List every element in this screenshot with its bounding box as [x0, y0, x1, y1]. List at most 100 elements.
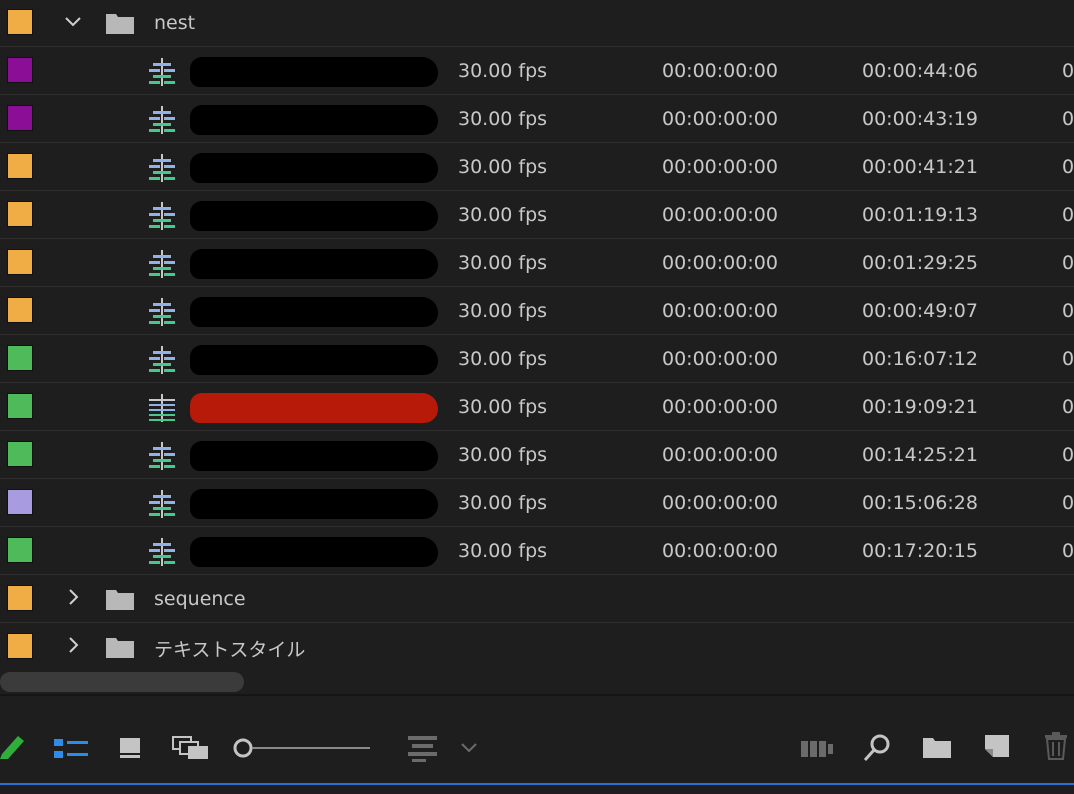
next-column-cell-clipped: 00:00:00:00: [1062, 60, 1074, 82]
multicam-sequence-icon: [149, 394, 175, 422]
clear-icon[interactable]: [1045, 732, 1067, 760]
sequence-icon: [149, 250, 175, 278]
folder-row-text-style[interactable]: テキストスタイル: [0, 624, 1074, 671]
label-color-swatch[interactable]: [7, 537, 33, 563]
media-end-cell: 00:15:06:28: [862, 492, 978, 514]
list-view-icon[interactable]: [54, 738, 88, 760]
label-color-swatch[interactable]: [7, 393, 33, 419]
media-end-cell: 00:16:07:12: [862, 348, 978, 370]
sequence-row[interactable]: 30.00 fps 00:00:00:00 00:00:44:06 00:00:00:…: [0, 48, 1074, 95]
sequence-row[interactable]: 30.00 fps 00:00:00:00 00:15:06:28 00:00:00:…: [0, 480, 1074, 527]
label-color-swatch[interactable]: [7, 345, 33, 371]
label-color-swatch[interactable]: [7, 105, 33, 131]
sequence-icon: [149, 442, 175, 470]
new-bin-icon[interactable]: [923, 736, 951, 758]
chevron-down-icon[interactable]: [460, 742, 478, 754]
media-start-cell: 00:00:00:00: [662, 300, 778, 322]
folder-row-nest[interactable]: nest: [0, 0, 1074, 47]
find-icon[interactable]: [863, 734, 891, 762]
redacted-sequence-name[interactable]: [190, 441, 438, 471]
pencil-icon[interactable]: [0, 732, 26, 760]
redacted-sequence-name[interactable]: [190, 249, 438, 279]
label-color-swatch[interactable]: [7, 9, 33, 35]
freeform-view-icon[interactable]: [172, 736, 210, 760]
frame-rate-cell: 30.00 fps: [458, 252, 548, 274]
redacted-sequence-name[interactable]: [190, 57, 438, 87]
folder-name[interactable]: sequence: [154, 588, 246, 610]
chevron-right-icon[interactable]: [64, 588, 82, 606]
media-start-cell: 00:00:00:00: [662, 60, 778, 82]
sequence-row[interactable]: 30.00 fps 00:00:00:00 00:19:09:21 00:00:00:…: [0, 384, 1074, 431]
sequence-row[interactable]: 30.00 fps 00:00:00:00 00:16:07:12 00:00:00:…: [0, 336, 1074, 383]
label-color-swatch[interactable]: [7, 249, 33, 275]
media-start-cell: 00:00:00:00: [662, 252, 778, 274]
sequence-icon: [149, 346, 175, 374]
next-column-cell-clipped: 00:00:00:00: [1062, 108, 1074, 130]
frame-rate-cell: 30.00 fps: [458, 348, 548, 370]
media-start-cell: 00:00:00:00: [662, 444, 778, 466]
label-color-swatch[interactable]: [7, 489, 33, 515]
media-end-cell: 00:14:25:21: [862, 444, 978, 466]
frame-rate-cell: 30.00 fps: [458, 492, 548, 514]
zoom-slider[interactable]: [232, 738, 372, 758]
media-start-cell: 00:00:00:00: [662, 540, 778, 562]
label-color-swatch[interactable]: [7, 57, 33, 83]
label-color-swatch[interactable]: [7, 201, 33, 227]
automate-to-sequence-icon[interactable]: [801, 740, 833, 758]
media-end-cell: 00:19:09:21: [862, 396, 978, 418]
folder-name[interactable]: テキストスタイル: [154, 635, 305, 662]
sequence-icon: [149, 490, 175, 518]
label-color-swatch[interactable]: [7, 441, 33, 467]
next-column-cell-clipped: 00:00:00:00: [1062, 156, 1074, 178]
next-column-cell-clipped: 00:00:00:00: [1062, 540, 1074, 562]
label-color-swatch[interactable]: [7, 585, 33, 611]
frame-rate-cell: 30.00 fps: [458, 444, 548, 466]
sequence-row[interactable]: 30.00 fps 00:00:00:00 00:17:20:15 00:00:00:…: [0, 528, 1074, 575]
frame-rate-cell: 30.00 fps: [458, 108, 548, 130]
redacted-sequence-name[interactable]: [190, 537, 438, 567]
sequence-row[interactable]: 30.00 fps 00:00:00:00 00:01:19:13 00:00:00:…: [0, 192, 1074, 239]
next-column-cell-clipped: 00:00:00:00: [1062, 252, 1074, 274]
redacted-sequence-name[interactable]: [190, 345, 438, 375]
folder-name[interactable]: nest: [154, 12, 195, 34]
sequence-icon: [149, 202, 175, 230]
sequence-row[interactable]: 30.00 fps 00:00:00:00 00:00:41:21 00:00:00:…: [0, 144, 1074, 191]
sequence-row[interactable]: 30.00 fps 00:00:00:00 00:00:49:07 00:00:00:…: [0, 288, 1074, 335]
media-start-cell: 00:00:00:00: [662, 204, 778, 226]
sequence-icon: [149, 106, 175, 134]
redacted-sequence-name[interactable]: [190, 489, 438, 519]
frame-rate-cell: 30.00 fps: [458, 204, 548, 226]
media-start-cell: 00:00:00:00: [662, 396, 778, 418]
sequence-row[interactable]: 30.00 fps 00:00:00:00 00:01:29:25 00:00:00:…: [0, 240, 1074, 287]
icon-view-icon[interactable]: [119, 737, 141, 759]
new-item-icon[interactable]: [984, 734, 1010, 758]
redacted-sequence-name[interactable]: [190, 201, 438, 231]
sequence-icon: [149, 538, 175, 566]
panel-focus-indicator: [0, 783, 1074, 785]
frame-rate-cell: 30.00 fps: [458, 60, 548, 82]
redacted-sequence-name[interactable]: [190, 297, 438, 327]
frame-rate-cell: 30.00 fps: [458, 156, 548, 178]
folder-icon: [106, 590, 134, 610]
media-start-cell: 00:00:00:00: [662, 492, 778, 514]
horizontal-scrollbar[interactable]: [0, 672, 244, 692]
label-color-swatch[interactable]: [7, 633, 33, 659]
folder-row-sequence[interactable]: sequence: [0, 576, 1074, 623]
chevron-right-icon[interactable]: [64, 636, 82, 654]
media-end-cell: 00:00:43:19: [862, 108, 978, 130]
label-color-swatch[interactable]: [7, 297, 33, 323]
media-end-cell: 00:01:29:25: [862, 252, 978, 274]
redacted-sequence-name[interactable]: [190, 105, 438, 135]
sequence-row[interactable]: 30.00 fps 00:00:00:00 00:14:25:21 00:00:00:…: [0, 432, 1074, 479]
sequence-icon: [149, 58, 175, 86]
media-start-cell: 00:00:00:00: [662, 156, 778, 178]
label-color-swatch[interactable]: [7, 153, 33, 179]
sequence-row[interactable]: 30.00 fps 00:00:00:00 00:00:43:19 00:00:00:…: [0, 96, 1074, 143]
folder-icon: [106, 638, 134, 658]
redacted-sequence-name[interactable]: [190, 393, 438, 423]
chevron-down-icon[interactable]: [64, 12, 82, 30]
frame-rate-cell: 30.00 fps: [458, 396, 548, 418]
redacted-sequence-name[interactable]: [190, 153, 438, 183]
sort-icons-icon[interactable]: [408, 734, 438, 762]
project-panel-toolbar: [0, 696, 1074, 786]
